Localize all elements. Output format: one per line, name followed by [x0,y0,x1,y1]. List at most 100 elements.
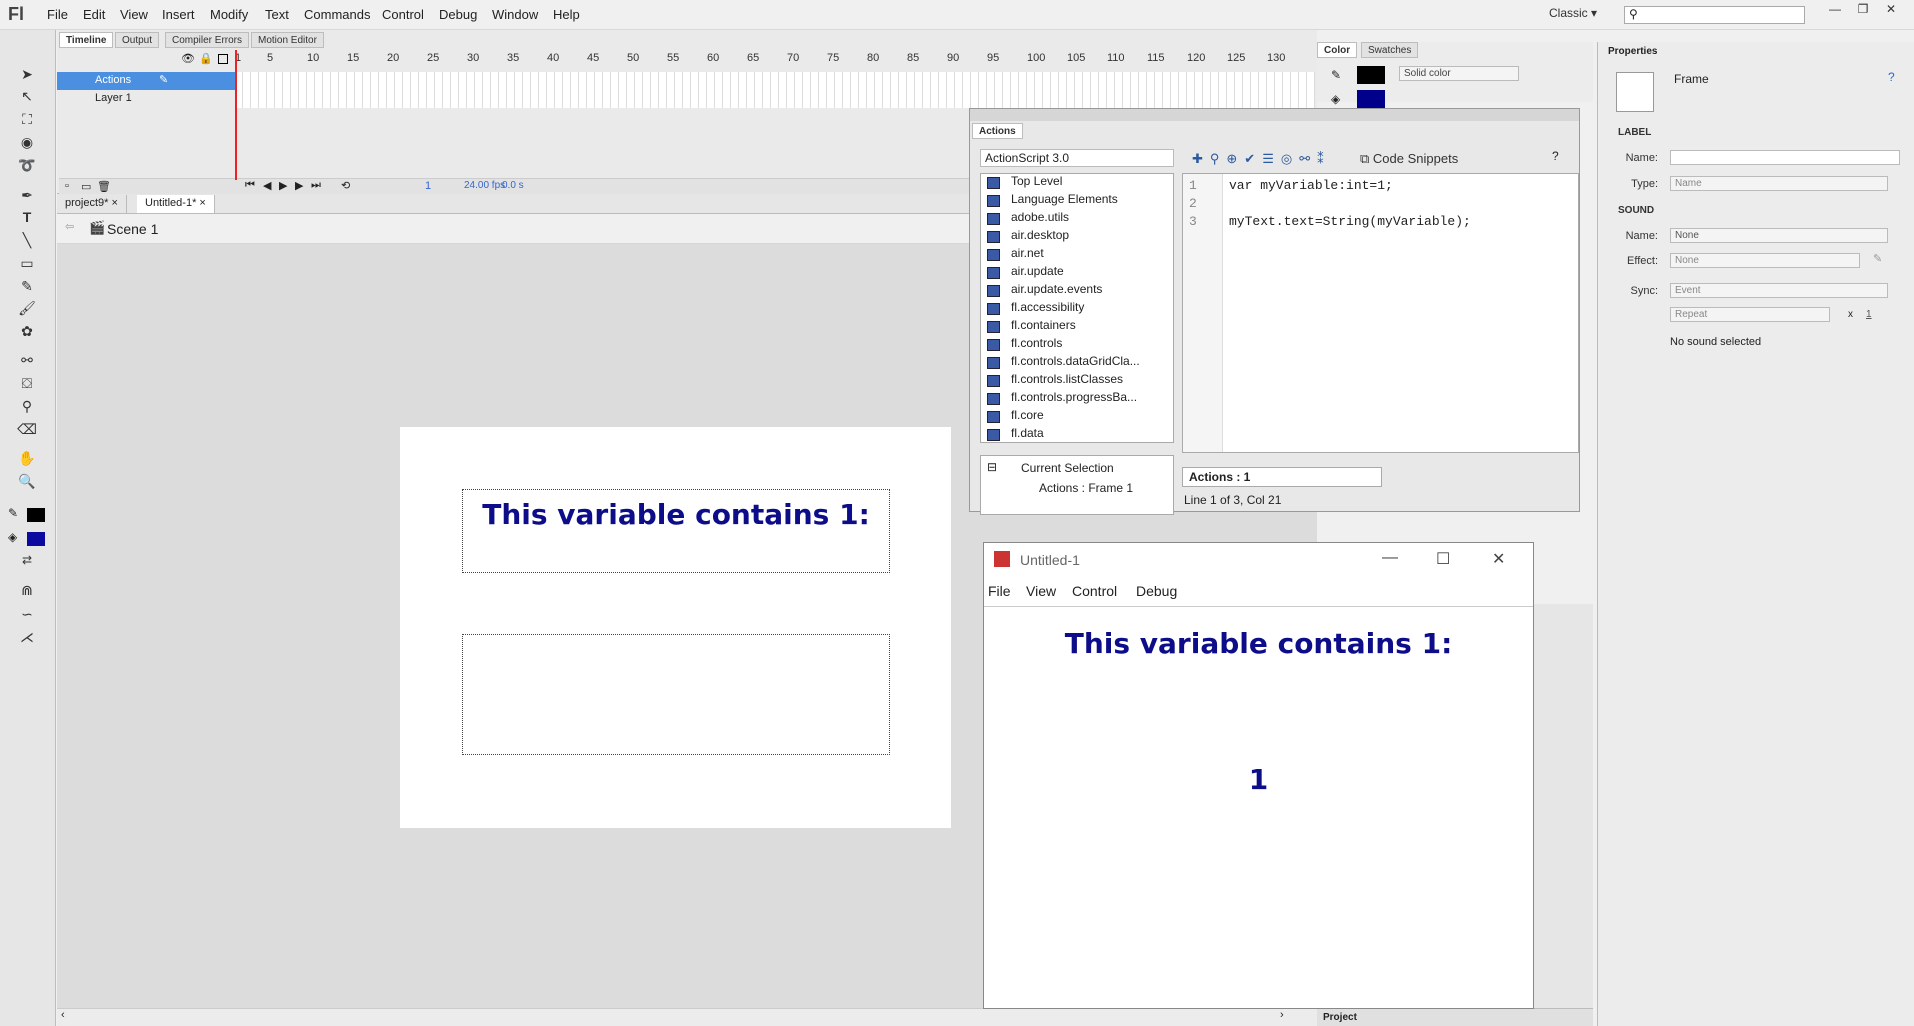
menu-view[interactable]: View [120,7,148,22]
menu-commands[interactable]: Commands [304,7,370,22]
new-folder-icon[interactable]: ▭ [81,180,91,193]
library-item[interactable]: air.update [981,264,1173,282]
menu-help[interactable]: Help [553,7,580,22]
text-tool-icon[interactable]: T [17,209,37,227]
swf-menu-control[interactable]: Control [1072,583,1117,599]
pen-tool-icon[interactable]: ✒ [17,187,37,205]
close-icon[interactable]: × [199,197,205,209]
free-transform-tool-icon[interactable]: ⛶ [17,111,37,129]
deco-tool-icon[interactable]: ✿ [17,323,37,341]
color-type-select[interactable]: Solid color [1399,66,1519,81]
step-forward-icon[interactable]: ▶ [295,179,303,192]
tab-output[interactable]: Output [115,32,160,48]
code-snippets-button[interactable]: ⧉ Code Snippets [1360,151,1458,167]
close-button[interactable]: ✕ [1878,2,1904,20]
new-layer-icon[interactable]: ▫ [65,180,69,192]
eye-icon[interactable]: 👁 [181,52,195,65]
tree-root[interactable]: Current Selection [1021,461,1114,475]
doc-tab-project9[interactable]: project9* × [57,195,127,213]
menu-file[interactable]: File [47,7,68,22]
library-item[interactable]: fl.data [981,426,1173,442]
close-icon[interactable]: × [111,197,117,209]
subselection-tool-icon[interactable]: ↖ [17,88,37,106]
bone-tool-icon[interactable]: ⚯ [17,352,37,370]
repeat-select[interactable]: Repeat [1670,307,1830,322]
rectangle-tool-icon[interactable]: ▭ [17,255,37,273]
frame-grid[interactable] [235,72,1315,108]
code-line[interactable] [1229,196,1471,214]
code-lines[interactable]: var myVariable:int=1; myText.text=String… [1229,178,1471,232]
menu-debug[interactable]: Debug [439,7,477,22]
stage[interactable]: This variable contains 1: [400,427,951,828]
stroke-swatch[interactable] [1357,66,1385,84]
go-first-frame-icon[interactable]: ⏮ [245,179,255,192]
section-label[interactable]: LABEL [1598,124,1914,142]
library-item[interactable]: fl.core [981,408,1173,426]
3d-rotation-tool-icon[interactable]: ◉ [17,134,37,152]
eyedropper-tool-icon[interactable]: ⚲ [17,398,37,416]
library-item[interactable]: fl.containers [981,318,1173,336]
layer-row-actions[interactable]: Actions ✎ [57,72,235,90]
doc-tab-untitled[interactable]: Untitled-1* × [137,195,215,213]
menu-insert[interactable]: Insert [162,7,195,22]
tree-collapse-icon[interactable]: ⊟ [987,460,997,474]
frame-rate[interactable]: 24.00 fps [464,180,505,191]
menu-modify[interactable]: Modify [210,7,248,22]
brush-tool-icon[interactable]: 🖌 [17,300,37,318]
close-icon[interactable]: ✕ [1492,549,1505,569]
play-icon[interactable]: ▶ [279,179,287,192]
library-item[interactable]: fl.controls.dataGridCla... [981,354,1173,372]
actions-toolbar[interactable]: ✚⚲⊕✔☰◎⚯⁑ [1192,151,1331,167]
tab-color[interactable]: Color [1317,42,1358,58]
swf-menu-view[interactable]: View [1026,583,1056,599]
library-item[interactable]: fl.accessibility [981,300,1173,318]
maximize-icon[interactable]: ☐ [1436,549,1450,569]
straighten-icon[interactable]: ⋌ [17,629,37,647]
swf-menu-file[interactable]: File [988,583,1011,599]
tab-swatches[interactable]: Swatches [1361,42,1419,58]
snap-to-objects-icon[interactable]: ⋒ [17,582,37,600]
restore-button[interactable]: ❐ [1850,2,1876,20]
actions-panel-titlebar[interactable] [970,109,1579,121]
back-arrow-icon[interactable]: ⇦ [65,220,74,233]
sound-name-select[interactable]: None [1670,228,1888,243]
layer-row-layer1[interactable]: Layer 1 [57,90,235,108]
eraser-tool-icon[interactable]: ⌫ [17,421,37,439]
language-select[interactable]: ActionScript 3.0 [980,149,1174,167]
outline-icon[interactable] [218,54,228,64]
zoom-tool-icon[interactable]: 🔍 [17,473,37,491]
stroke-color-swatch[interactable] [27,508,45,522]
section-sound[interactable]: SOUND [1598,202,1914,220]
code-line[interactable]: myText.text=String(myVariable); [1229,214,1471,232]
stage-scrollbar[interactable]: ‹ › [57,1008,1317,1026]
library-item[interactable]: Language Elements [981,192,1173,210]
label-type-select[interactable]: Name [1670,176,1888,191]
smooth-icon[interactable]: ∽ [17,606,37,624]
library-item[interactable]: air.net [981,246,1173,264]
tab-project[interactable]: Project [1323,1012,1357,1023]
hand-tool-icon[interactable]: ✋ [17,450,37,468]
library-item[interactable]: fl.controls.listClasses [981,372,1173,390]
code-line[interactable]: var myVariable:int=1; [1229,178,1471,196]
lasso-tool-icon[interactable]: ➰ [17,157,37,175]
help-icon[interactable]: ? [1552,149,1559,163]
menu-edit[interactable]: Edit [83,7,105,22]
paint-bucket-tool-icon[interactable]: ⛋ [17,375,37,393]
playhead[interactable] [235,50,237,180]
tab-timeline[interactable]: Timeline [59,32,114,48]
library-item[interactable]: fl.controls.progressBa... [981,390,1173,408]
go-last-frame-icon[interactable]: ⏭ [311,179,321,192]
loop-icon[interactable]: ⟲ [341,179,350,192]
tree-child[interactable]: Actions : Frame 1 [1039,481,1133,495]
minimize-button[interactable]: — [1822,2,1848,20]
menu-text[interactable]: Text [265,7,289,22]
step-back-icon[interactable]: ◀ [263,179,271,192]
pencil-tool-icon[interactable]: ✎ [17,278,37,296]
repeat-count[interactable]: 1 [1866,309,1872,320]
help-icon[interactable]: ? [1888,70,1895,84]
library-item[interactable]: adobe.utils [981,210,1173,228]
help-search-input[interactable]: ⚲ [1624,6,1805,24]
frame-script-tab[interactable]: Actions : 1 [1182,467,1382,487]
sync-select[interactable]: Event [1670,283,1888,298]
line-tool-icon[interactable]: ╲ [17,232,37,250]
